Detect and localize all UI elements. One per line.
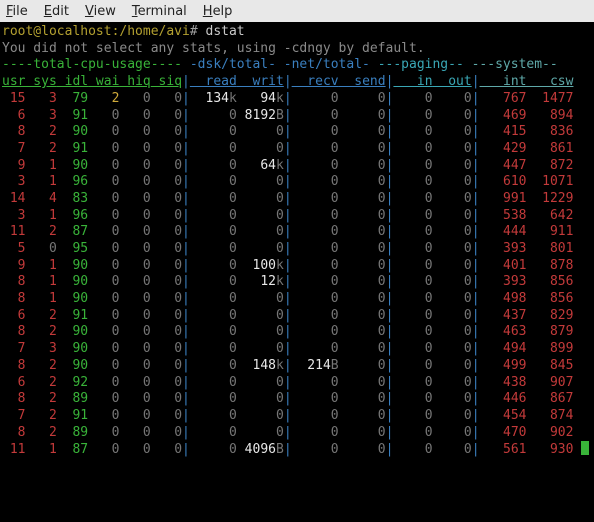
col-out: out [433, 74, 472, 89]
terminal[interactable]: root@localhost:/home/avi# dstat You did … [0, 22, 594, 458]
table-row: 3 1 96 0 0 0| 0 0| 0 0| 0 0| 538 642 [2, 208, 592, 225]
table-row: 7 2 91 0 0 0| 0 0| 0 0| 0 0| 454 874 [2, 408, 592, 425]
table-row: 8 2 90 0 0 0| 0 0| 0 0| 0 0| 463 879 [2, 324, 592, 341]
table-row: 11 1 87 0 0 0| 0 4096B| 0 0| 0 0| 561 93… [2, 441, 592, 458]
table-row: 6 3 91 0 0 0| 0 8192B| 0 0| 0 0| 469 894 [2, 108, 592, 125]
menu-help[interactable]: Help [203, 4, 233, 19]
table-row: 3 1 96 0 0 0| 0 0| 0 0| 0 0| 610 1071 [2, 174, 592, 191]
menubar: File Edit View Terminal Help [0, 0, 594, 22]
table-row: 8 1 90 0 0 0| 0 12k| 0 0| 0 0| 393 856 [2, 274, 592, 291]
col-writ: writ [237, 74, 284, 89]
table-row: 6 2 92 0 0 0| 0 0| 0 0| 0 0| 438 907 [2, 375, 592, 392]
col-usr: usr [2, 74, 25, 89]
col-wai: wai [88, 74, 119, 89]
column-header: usr sys idl wai hiq siq| read writ| recv… [2, 74, 592, 91]
menu-edit[interactable]: Edit [44, 4, 69, 19]
col-recv: recv [292, 74, 339, 89]
table-row: 11 2 87 0 0 0| 0 0| 0 0| 0 0| 444 911 [2, 224, 592, 241]
info-message: You did not select any stats, using -cdn… [2, 41, 592, 58]
col-send: send [339, 74, 386, 89]
table-row: 8 2 90 0 0 0| 0 0| 0 0| 0 0| 415 836 [2, 124, 592, 141]
col-sys: sys [25, 74, 56, 89]
col-idl: idl [57, 74, 88, 89]
menu-terminal[interactable]: Terminal [132, 4, 187, 19]
cursor [581, 441, 589, 455]
table-row: 8 1 90 0 0 0| 0 0| 0 0| 0 0| 498 856 [2, 291, 592, 308]
table-row: 6 2 91 0 0 0| 0 0| 0 0| 0 0| 437 829 [2, 308, 592, 325]
menu-file[interactable]: File [6, 4, 28, 19]
table-row: 7 2 91 0 0 0| 0 0| 0 0| 0 0| 429 861 [2, 141, 592, 158]
col-csw: csw [526, 74, 573, 89]
table-row: 14 4 83 0 0 0| 0 0| 0 0| 0 0| 991 1229 [2, 191, 592, 208]
data-rows: 15 3 79 2 0 0| 134k 94k| 0 0| 0 0| 767 1… [2, 91, 592, 458]
col-in: in [393, 74, 432, 89]
table-row: 8 2 89 0 0 0| 0 0| 0 0| 0 0| 470 902 [2, 425, 592, 442]
table-row: 9 1 90 0 0 0| 0 100k| 0 0| 0 0| 401 878 [2, 258, 592, 275]
col-int: int [480, 74, 527, 89]
prompt-line: root@localhost:/home/avi# dstat [2, 24, 592, 41]
table-row: 8 2 90 0 0 0| 0 148k| 214B 0| 0 0| 499 8… [2, 358, 592, 375]
col-read: read [190, 74, 237, 89]
table-row: 7 3 90 0 0 0| 0 0| 0 0| 0 0| 494 899 [2, 341, 592, 358]
group-header: ----total-cpu-usage---- -dsk/total- -net… [2, 57, 592, 74]
menu-view[interactable]: View [85, 4, 116, 19]
table-row: 8 2 89 0 0 0| 0 0| 0 0| 0 0| 446 867 [2, 391, 592, 408]
command: dstat [206, 24, 245, 39]
table-row: 15 3 79 2 0 0| 134k 94k| 0 0| 0 0| 767 1… [2, 91, 592, 108]
prompt-userhost: root@localhost:/home/avi [2, 24, 190, 39]
col-hiq: hiq [119, 74, 150, 89]
table-row: 9 1 90 0 0 0| 0 64k| 0 0| 0 0| 447 872 [2, 158, 592, 175]
col-siq: siq [151, 74, 182, 89]
table-row: 5 0 95 0 0 0| 0 0| 0 0| 0 0| 393 801 [2, 241, 592, 258]
prompt-glyph: # [190, 24, 198, 39]
